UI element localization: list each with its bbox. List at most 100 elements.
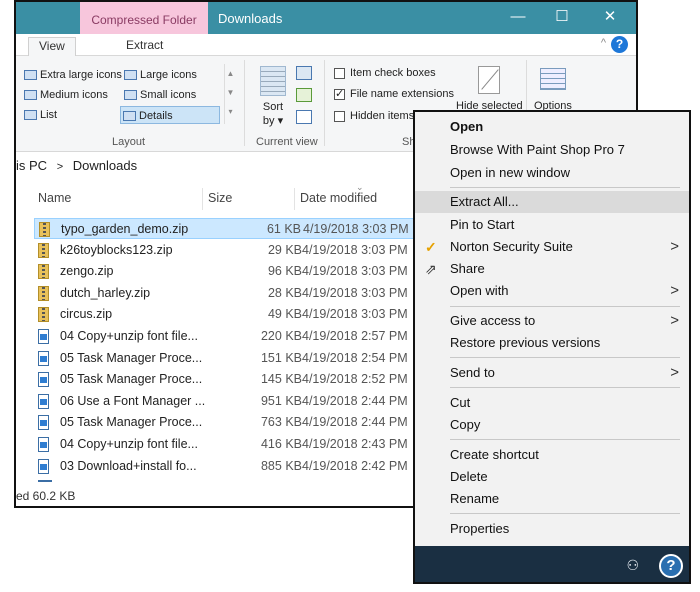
layout-scroll[interactable]: ▲ ▼ ▾ — [224, 64, 236, 124]
menu-open-new-window[interactable]: Open in new window — [415, 162, 689, 184]
zip-folder-icon — [38, 264, 49, 280]
menu-give-access[interactable]: Give access to > — [415, 310, 689, 332]
file-size: 763 KB — [260, 415, 302, 430]
file-name: zengo.zip — [60, 264, 114, 279]
file-name-extensions-checkbox[interactable] — [334, 87, 345, 100]
menu-delete[interactable]: Delete — [415, 466, 689, 488]
item-check-boxes-label: Item check boxes — [350, 67, 436, 79]
document-icon — [38, 458, 49, 474]
sort-icon[interactable] — [260, 66, 286, 96]
file-date: 4/19/2018 3:03 PM — [302, 264, 408, 279]
file-date: 4/19/2018 3:03 PM — [303, 222, 409, 236]
breadcrumb-separator-icon[interactable]: > — [57, 161, 63, 173]
column-date-modified[interactable]: Date modified — [300, 191, 377, 205]
ribbon-divider — [324, 60, 325, 146]
layout-large-icons[interactable]: Large icons — [122, 66, 197, 84]
file-size: 416 KB — [260, 437, 302, 451]
people-icon[interactable]: ⚇ — [626, 557, 639, 574]
file-name: 03 Download+install fo... — [60, 458, 197, 473]
column-divider[interactable] — [294, 188, 295, 210]
file-name: 05 Task Manager Proce... — [60, 415, 203, 430]
status-text: ed 60.2 KB — [16, 489, 76, 503]
column-size[interactable]: Size — [208, 191, 232, 205]
file-date: 4/19/2018 2:44 PM — [302, 393, 408, 408]
menu-separator — [450, 187, 680, 188]
minimize-button[interactable]: — — [500, 6, 536, 30]
file-name: dutch_harley.zip — [60, 285, 151, 300]
maximize-button[interactable]: ☐ — [544, 6, 580, 30]
file-date: 4/19/2018 2:43 PM — [302, 437, 408, 451]
file-size: 145 KB — [260, 372, 302, 387]
layout-small-icons[interactable]: Small icons — [122, 86, 196, 104]
ribbon-tabs: View Extract ^ ? — [16, 34, 636, 57]
menu-properties[interactable]: Properties — [415, 518, 689, 540]
menu-cut[interactable]: Cut — [415, 392, 689, 414]
item-check-boxes-checkbox[interactable] — [334, 68, 345, 79]
close-button[interactable]: ✕ — [592, 6, 628, 30]
file-name: 05 Task Manager Proce... — [60, 372, 203, 387]
extra-large-icons-icon — [24, 70, 37, 80]
menu-send-to[interactable]: Send to > — [415, 362, 689, 384]
small-icons-icon — [124, 90, 137, 100]
file-size: 96 KB — [267, 264, 302, 279]
menu-separator — [450, 513, 680, 514]
zip-folder-icon — [39, 222, 50, 237]
menu-open[interactable]: Open — [415, 116, 689, 138]
hide-selected-icon[interactable] — [478, 66, 500, 94]
file-size: 61 KB — [266, 222, 301, 236]
ribbon-divider — [244, 60, 245, 146]
details-icon — [123, 111, 136, 121]
help-icon[interactable]: ? — [611, 36, 628, 53]
breadcrumb-downloads[interactable]: Downloads — [73, 158, 137, 173]
context-menu: Open Browse With Paint Shop Pro 7 Open i… — [413, 110, 691, 584]
file-name: 06 Use a Font Manager ... — [60, 393, 206, 408]
file-date: 4/19/2018 2:42 PM — [302, 458, 408, 473]
window-title: Downloads — [218, 11, 283, 26]
taskbar-help-icon[interactable]: ? — [659, 554, 683, 578]
options-icon[interactable] — [540, 68, 566, 90]
menu-create-shortcut[interactable]: Create shortcut — [415, 444, 689, 466]
share-icon: ⇗ — [425, 261, 437, 277]
column-name[interactable]: Name — [38, 191, 71, 205]
column-divider[interactable] — [202, 188, 203, 210]
hidden-items-label: Hidden items — [350, 110, 415, 122]
layout-details[interactable]: Details — [120, 106, 220, 124]
taskbar: ⚇ ? — [415, 546, 689, 582]
menu-copy[interactable]: Copy — [415, 414, 689, 436]
zip-folder-icon — [38, 307, 49, 323]
file-date: 4/19/2018 2:54 PM — [302, 350, 408, 365]
layout-medium-icons[interactable]: Medium icons — [22, 86, 108, 104]
menu-extract-all[interactable]: Extract All... — [415, 191, 689, 213]
file-date: 4/19/2018 3:03 PM — [302, 307, 408, 322]
menu-restore-previous[interactable]: Restore previous versions — [415, 332, 689, 354]
file-size: 29 KB — [267, 242, 302, 257]
add-columns-icon[interactable] — [296, 88, 312, 102]
tab-extract[interactable]: Extract — [116, 37, 173, 57]
norton-check-icon: ✓ — [425, 239, 437, 255]
menu-norton[interactable]: ✓ Norton Security Suite > — [415, 236, 689, 258]
group-by-icon[interactable] — [296, 66, 312, 80]
file-name: k26toyblocks123.zip — [60, 242, 173, 257]
layout-group-label: Layout — [112, 136, 146, 148]
menu-pin-to-start[interactable]: Pin to Start — [415, 214, 689, 236]
menu-browse-psp[interactable]: Browse With Paint Shop Pro 7 — [415, 139, 689, 161]
submenu-arrow-icon: > — [670, 364, 679, 381]
menu-open-with[interactable]: Open with > — [415, 280, 689, 302]
file-date: 4/19/2018 2:52 PM — [302, 372, 408, 387]
compressed-folder-tools-label[interactable]: Compressed Folder Tools — [80, 2, 208, 63]
breadcrumb-this-pc[interactable]: is PC — [16, 158, 47, 173]
large-icons-icon — [124, 70, 137, 80]
menu-rename[interactable]: Rename — [415, 488, 689, 510]
zip-folder-icon — [38, 285, 49, 301]
menu-share[interactable]: ⇗ Share — [415, 258, 689, 280]
size-columns-icon[interactable] — [296, 110, 312, 124]
menu-separator — [450, 387, 680, 388]
layout-list[interactable]: List — [22, 106, 57, 124]
file-size: 951 KB — [260, 393, 302, 408]
hidden-items-checkbox[interactable] — [334, 111, 345, 122]
layout-extra-large-icons[interactable]: Extra large icons — [22, 66, 122, 84]
sort-by-button[interactable]: Sort by ▾ — [256, 100, 290, 128]
ribbon-collapse-icon[interactable]: ^ — [601, 37, 606, 49]
file-date: 4/19/2018 2:57 PM — [302, 329, 408, 343]
tab-view[interactable]: View — [28, 37, 76, 57]
